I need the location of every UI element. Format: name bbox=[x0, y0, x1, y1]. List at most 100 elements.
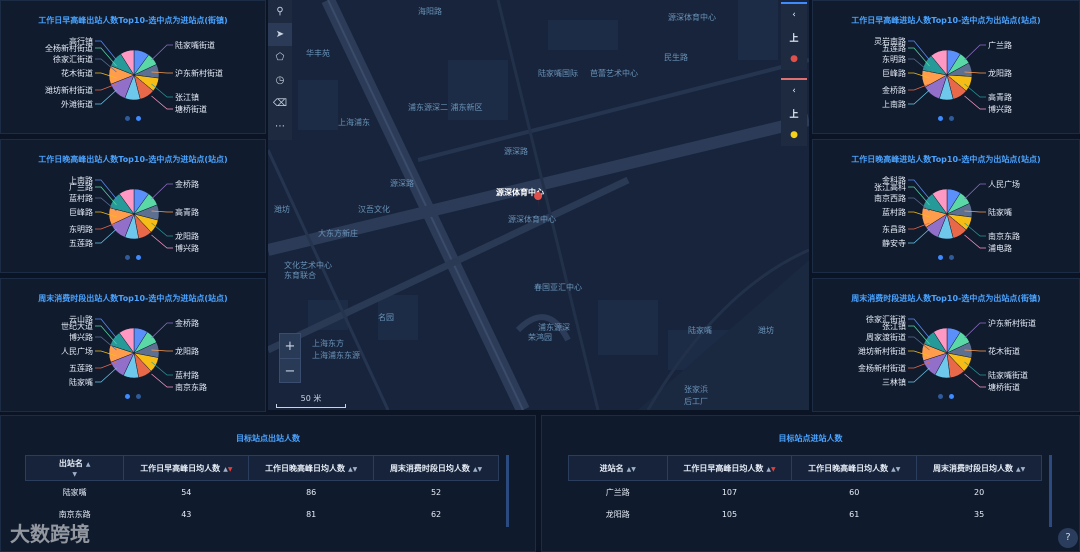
clock-icon[interactable]: ◷ bbox=[268, 69, 292, 92]
pie-leader-line bbox=[908, 179, 930, 200]
pager-dot[interactable] bbox=[125, 255, 130, 260]
pager-dot-active[interactable] bbox=[949, 394, 954, 399]
pie-leader-line bbox=[151, 322, 173, 339]
inbound-table: 进站名 ▲▼ 工作日早高峰日均人数 ▲▼ 工作日晚高峰日均人数 ▲▼ 周末消费时段日均… bbox=[568, 455, 1042, 525]
navigate-icon[interactable]: ➤ bbox=[268, 23, 292, 46]
red-pin-icon[interactable]: ● bbox=[781, 48, 807, 70]
cell: 86 bbox=[306, 487, 317, 497]
map-label: 上海东方 bbox=[312, 338, 344, 348]
pie-panel-4: 工作日早高峰进站人数Top10-选中点为出站点(站点) 灵岩南路 五莲路 东明路 巨峰… bbox=[812, 0, 1080, 134]
table-title: 目标站点出站人数 bbox=[236, 434, 300, 443]
pie-label: 高青路 bbox=[175, 207, 199, 217]
layer-up-button[interactable]: 上 bbox=[781, 102, 807, 124]
pie-label: 蓝村路 bbox=[69, 193, 93, 203]
column-header[interactable]: 进站名 ▲▼ bbox=[568, 455, 668, 481]
map-view[interactable]: 海阳路 浦东源深二 浦东新区 陆家嘴国际 芭蕾艺术中心 上海浦东 源深路 民生路… bbox=[268, 0, 809, 410]
pager-dots[interactable] bbox=[1, 245, 265, 264]
column-header[interactable]: 出站名 ▲ ▼ bbox=[24, 455, 125, 481]
sort-icon[interactable]: ▲▼ bbox=[223, 466, 232, 473]
pie-panel-3: 周末消费时段出站人数Top10-选中点为进站点(站点) 云山路 世纪大道 博兴路 人民… bbox=[0, 278, 266, 412]
pie-panel-5: 工作日晚高峰进站人数Top10-选中点为出站点(站点) 金科路 张江高科 南京西路蓝… bbox=[812, 139, 1080, 273]
scale-bar bbox=[276, 404, 346, 408]
pager-dots[interactable] bbox=[813, 384, 1079, 403]
collapse-button[interactable]: ‹ bbox=[781, 80, 807, 102]
sort-icon[interactable]: ▲▼ bbox=[766, 466, 775, 473]
pie-label: 沪东新村街道 bbox=[175, 68, 223, 78]
pager-dot-active[interactable] bbox=[136, 116, 141, 121]
column-header[interactable]: 工作日早高峰日均人数 ▲▼ bbox=[123, 455, 250, 481]
cell: 43 bbox=[181, 509, 192, 519]
pie-label: 金杨新村街道 bbox=[858, 363, 906, 373]
inbound-table-panel: 目标站点进站人数 进站名 ▲▼ 工作日早高峰日均人数 ▲▼ 工作日晚高峰日均人数 ▲▼… bbox=[541, 415, 1080, 552]
search-icon[interactable]: ⚲ bbox=[268, 0, 292, 23]
draw-polygon-icon[interactable]: ⬠ bbox=[268, 46, 292, 69]
table-row[interactable]: 南京东路 43 81 62 bbox=[26, 503, 499, 525]
map-label: 民生路 bbox=[664, 52, 688, 62]
pager-dot-active[interactable] bbox=[125, 394, 130, 399]
yellow-pin-icon[interactable]: ● bbox=[781, 124, 807, 146]
cell: 52 bbox=[430, 487, 442, 497]
collapse-button[interactable]: ‹ bbox=[781, 4, 807, 26]
sort-icon[interactable]: ▲▼ bbox=[473, 466, 482, 473]
pager-dot[interactable] bbox=[949, 255, 954, 260]
pager-dots[interactable] bbox=[1, 106, 265, 125]
table-row[interactable]: 广兰路 107 60 20 bbox=[569, 481, 1042, 504]
sort-icon[interactable]: ▲▼ bbox=[891, 466, 900, 473]
pie-label: 南京西路 bbox=[874, 193, 906, 203]
pager-dot[interactable] bbox=[949, 116, 954, 121]
pie-label: 陆家嘴 bbox=[988, 207, 1012, 217]
pager-dot-active[interactable] bbox=[136, 255, 141, 260]
table-scrollbar[interactable] bbox=[506, 455, 509, 527]
map-label: 潍坊 bbox=[758, 325, 774, 335]
pager-dots[interactable] bbox=[813, 106, 1079, 125]
pie-leader-line bbox=[964, 183, 986, 200]
map-label: 源深体育中心 bbox=[508, 214, 556, 224]
pager-dot[interactable] bbox=[136, 394, 141, 399]
pie-leader-line bbox=[964, 322, 986, 339]
map-label: 源深路 bbox=[390, 178, 414, 188]
more-icon[interactable]: ⋯ bbox=[268, 115, 292, 138]
cell: 龙阳路 bbox=[605, 509, 630, 519]
pie-label: 人民广场 bbox=[988, 179, 1020, 189]
column-header[interactable]: 周末消费时段日均人数 ▲▼ bbox=[373, 455, 499, 481]
pie-label: 潍坊新村街道 bbox=[45, 85, 93, 95]
zoom-out-button[interactable]: − bbox=[280, 359, 300, 383]
pager-dot-active[interactable] bbox=[938, 255, 943, 260]
help-icon[interactable]: ? bbox=[1058, 528, 1078, 548]
column-header[interactable]: 工作日早高峰日均人数 ▲▼ bbox=[666, 455, 793, 481]
pager-dot[interactable] bbox=[125, 116, 130, 121]
map-label: 陆家嘴 bbox=[688, 325, 712, 335]
pager-dots[interactable] bbox=[813, 245, 1079, 264]
sort-icon[interactable]: ▲▼ bbox=[348, 466, 357, 473]
table-row[interactable]: 陆家嘴 54 86 52 bbox=[26, 481, 499, 504]
map-canvas[interactable]: 海阳路 浦东源深二 浦东新区 陆家嘴国际 芭蕾艺术中心 上海浦东 源深路 民生路… bbox=[268, 0, 809, 410]
pie-label: 龙阳路 bbox=[175, 231, 199, 241]
pie-label: 东明路 bbox=[882, 54, 906, 64]
table-scrollbar[interactable] bbox=[1049, 455, 1052, 527]
table-row[interactable]: 龙阳路 105 61 35 bbox=[569, 503, 1042, 525]
pager-dot-active[interactable] bbox=[938, 116, 943, 121]
pie-leader-line bbox=[908, 40, 930, 61]
sort-icon[interactable]: ▲▼ bbox=[627, 466, 636, 473]
pager-dots[interactable] bbox=[1, 384, 265, 403]
pager-dot[interactable] bbox=[938, 394, 943, 399]
column-header[interactable]: 周末消费时段日均人数 ▲▼ bbox=[916, 455, 1042, 481]
trash-icon[interactable]: ⌫ bbox=[268, 92, 292, 115]
scale-label: 50 米 bbox=[300, 394, 322, 403]
map-label: 东育联合 bbox=[284, 270, 316, 280]
pie-label: 巨峰路 bbox=[882, 68, 906, 78]
cell: 81 bbox=[306, 509, 317, 519]
zoom-in-button[interactable]: + bbox=[280, 334, 300, 359]
column-header[interactable]: 工作日晚高峰日均人数 ▲▼ bbox=[791, 455, 918, 481]
pie-label: 金桥路 bbox=[175, 179, 199, 189]
cell: 62 bbox=[430, 509, 442, 519]
column-header[interactable]: 工作日晚高峰日均人数 ▲▼ bbox=[248, 455, 375, 481]
pie-leader-line bbox=[151, 183, 173, 200]
pie-label: 金桥路 bbox=[175, 318, 199, 328]
pie-leader-line bbox=[95, 318, 117, 339]
pie-label: 徐家汇街道 bbox=[53, 54, 93, 64]
layer-up-button[interactable]: 上 bbox=[781, 26, 807, 48]
watermark-logo: 大数跨境 bbox=[10, 522, 90, 546]
sort-icon[interactable]: ▲▼ bbox=[1016, 466, 1025, 473]
pie-leader-line bbox=[908, 89, 930, 105]
